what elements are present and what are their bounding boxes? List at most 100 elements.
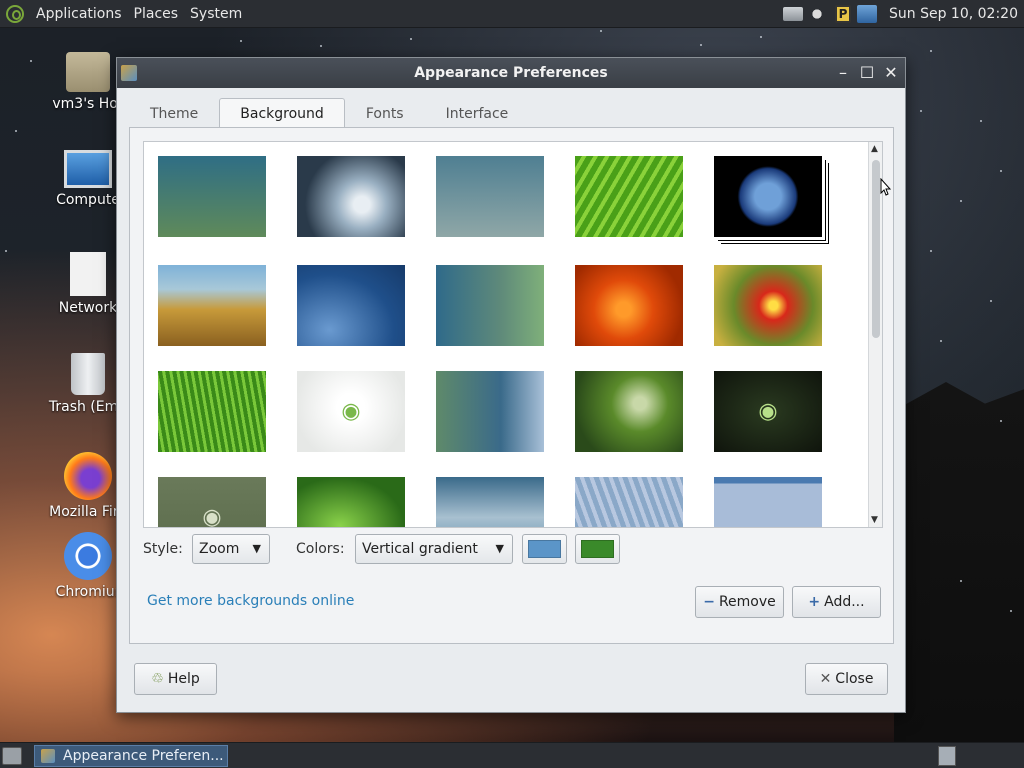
task-app-icon <box>41 749 55 763</box>
top-panel: Applications Places System P Sun Sep 10,… <box>0 0 1024 28</box>
wallpaper-thumbnail-beach-grass[interactable] <box>158 265 266 346</box>
colors-label: Colors: <box>296 541 345 557</box>
wallpaper-thumbnail-green-leaf[interactable] <box>575 156 683 237</box>
tab-interface[interactable]: Interface <box>425 98 530 128</box>
star-dot <box>240 40 242 42</box>
star-dot <box>1010 610 1012 612</box>
close-icon: ✕ <box>819 671 832 687</box>
trash-icon <box>71 353 105 395</box>
chromium-icon <box>64 532 112 580</box>
wallpaper-thumbnail-earth-globe[interactable] <box>714 156 822 237</box>
colors-value: Vertical gradient <box>362 541 478 557</box>
system-tray: P Sun Sep 10, 02:20 <box>783 0 1018 28</box>
window-titlebar[interactable]: Appearance Preferences – ☐ ✕ <box>117 58 905 88</box>
chevron-down-icon: ▼ <box>495 542 504 555</box>
style-label: Style: <box>143 541 183 557</box>
scrollbar-thumb[interactable] <box>872 160 880 338</box>
tab-theme[interactable]: Theme <box>129 98 219 128</box>
remove-label: Remove <box>718 594 776 610</box>
wallpaper-thumbnail-blue-flowers[interactable] <box>575 477 683 527</box>
colors-dropdown[interactable]: Vertical gradient ▼ <box>355 534 513 564</box>
menu-system[interactable]: System <box>184 6 248 22</box>
close-button[interactable]: ✕ Close <box>805 663 888 695</box>
star-dot <box>5 250 7 252</box>
wallpaper-thumbnail-blue-flowers-2[interactable] <box>714 477 822 527</box>
parking-icon[interactable]: P <box>835 5 852 23</box>
mate-logo-icon: ◉ <box>758 399 778 424</box>
star-dot <box>30 60 32 62</box>
minimize-icon[interactable]: – <box>833 63 853 83</box>
star-dot <box>600 30 602 32</box>
taskbar-item-appearance[interactable]: Appearance Preferen... <box>34 745 228 767</box>
chevron-down-icon: ▼ <box>252 542 261 555</box>
close-window-icon[interactable]: ✕ <box>881 63 901 83</box>
home-folder-icon <box>66 52 110 92</box>
help-label: Help <box>167 671 200 687</box>
tab-bar: Theme Background Fonts Interface <box>129 98 529 128</box>
secondary-color-swatch <box>581 540 614 558</box>
gallery-scrollbar[interactable]: ▲ ▼ <box>868 142 882 527</box>
wallpaper-thumbnail-green-grass[interactable] <box>158 371 266 452</box>
wallpaper-thumbnail-water-drop[interactable] <box>297 156 405 237</box>
wallpaper-thumbnail-mate-logo-dark[interactable]: ◉ <box>714 371 822 452</box>
star-dot <box>700 44 702 46</box>
clock[interactable]: Sun Sep 10, 02:20 <box>889 6 1018 22</box>
primary-color-swatch <box>528 540 561 558</box>
star-dot <box>960 580 962 582</box>
volume-icon[interactable] <box>809 5 830 23</box>
wallpaper-thumbnail-blue-swirl[interactable] <box>436 371 544 452</box>
show-desktop-icon[interactable] <box>2 747 22 765</box>
appearance-preferences-window: Appearance Preferences – ☐ ✕ Theme Backg… <box>116 57 906 713</box>
wallpaper-thumbnail-orange-flower[interactable] <box>575 265 683 346</box>
wallpaper-thumbnail-blue-grey-gradient[interactable] <box>436 156 544 237</box>
menu-applications[interactable]: Applications <box>30 6 128 22</box>
wallpaper-thumbnail-teal-gradient[interactable] <box>158 156 266 237</box>
add-button[interactable]: + Add... <box>792 586 881 618</box>
minus-icon: − <box>703 594 715 610</box>
close-label: Close <box>835 671 874 687</box>
star-dot <box>930 250 932 252</box>
scroll-up-icon[interactable]: ▲ <box>871 144 878 154</box>
printer-icon[interactable] <box>783 7 804 21</box>
star-dot <box>940 340 942 342</box>
star-dot <box>920 110 922 112</box>
secondary-color-button[interactable] <box>575 534 620 564</box>
computer-icon <box>64 150 112 188</box>
wallpaper-thumbnail-blue-waves[interactable] <box>436 477 544 527</box>
wallpaper-gallery: ◉ ◉ ◉ ▲ ▼ <box>143 141 883 528</box>
primary-color-button[interactable] <box>522 534 567 564</box>
maximize-icon[interactable]: ☐ <box>857 63 877 83</box>
star-dot <box>15 130 17 132</box>
star-dot <box>1000 170 1002 172</box>
scroll-down-icon[interactable]: ▼ <box>871 515 878 525</box>
star-dot <box>930 50 932 52</box>
wallpaper-thumbnail-red-flower[interactable] <box>714 265 822 346</box>
wallpaper-thumbnail-mate-logo-white[interactable]: ◉ <box>297 371 405 452</box>
window-title: Appearance Preferences <box>414 65 608 81</box>
wallpaper-thumbnail-green-leaves[interactable] <box>297 477 405 527</box>
wallpaper-thumbnail-teal-dots[interactable] <box>436 265 544 346</box>
remove-button[interactable]: − Remove <box>695 586 784 618</box>
mouse-cursor-icon <box>880 178 892 196</box>
network-icon[interactable] <box>857 5 878 23</box>
network-document-icon <box>70 252 106 296</box>
bottom-panel: Appearance Preferen... <box>0 742 1024 768</box>
tab-fonts[interactable]: Fonts <box>345 98 425 128</box>
window-controls: – ☐ ✕ <box>833 63 901 83</box>
workspace-switcher[interactable] <box>938 746 956 766</box>
style-dropdown[interactable]: Zoom ▼ <box>192 534 270 564</box>
star-dot <box>410 38 412 40</box>
wallpaper-thumbnail-mate-logo-green[interactable]: ◉ <box>158 477 266 527</box>
help-button[interactable]: ♲ Help <box>134 663 217 695</box>
wallpaper-thumbnail-blue-bubbles[interactable] <box>297 265 405 346</box>
menu-places[interactable]: Places <box>128 6 185 22</box>
plus-icon: + <box>808 594 821 610</box>
wallpaper-thumbnail-bug-on-leaf[interactable] <box>575 371 683 452</box>
star-dot <box>1000 420 1002 422</box>
mate-logo-icon: ◉ <box>341 399 361 424</box>
more-backgrounds-link[interactable]: Get more backgrounds online <box>147 593 354 609</box>
mate-menu-icon[interactable] <box>6 4 24 23</box>
tab-background[interactable]: Background <box>219 98 345 128</box>
taskbar-item-label: Appearance Preferen... <box>63 748 224 764</box>
firefox-icon <box>64 452 112 500</box>
